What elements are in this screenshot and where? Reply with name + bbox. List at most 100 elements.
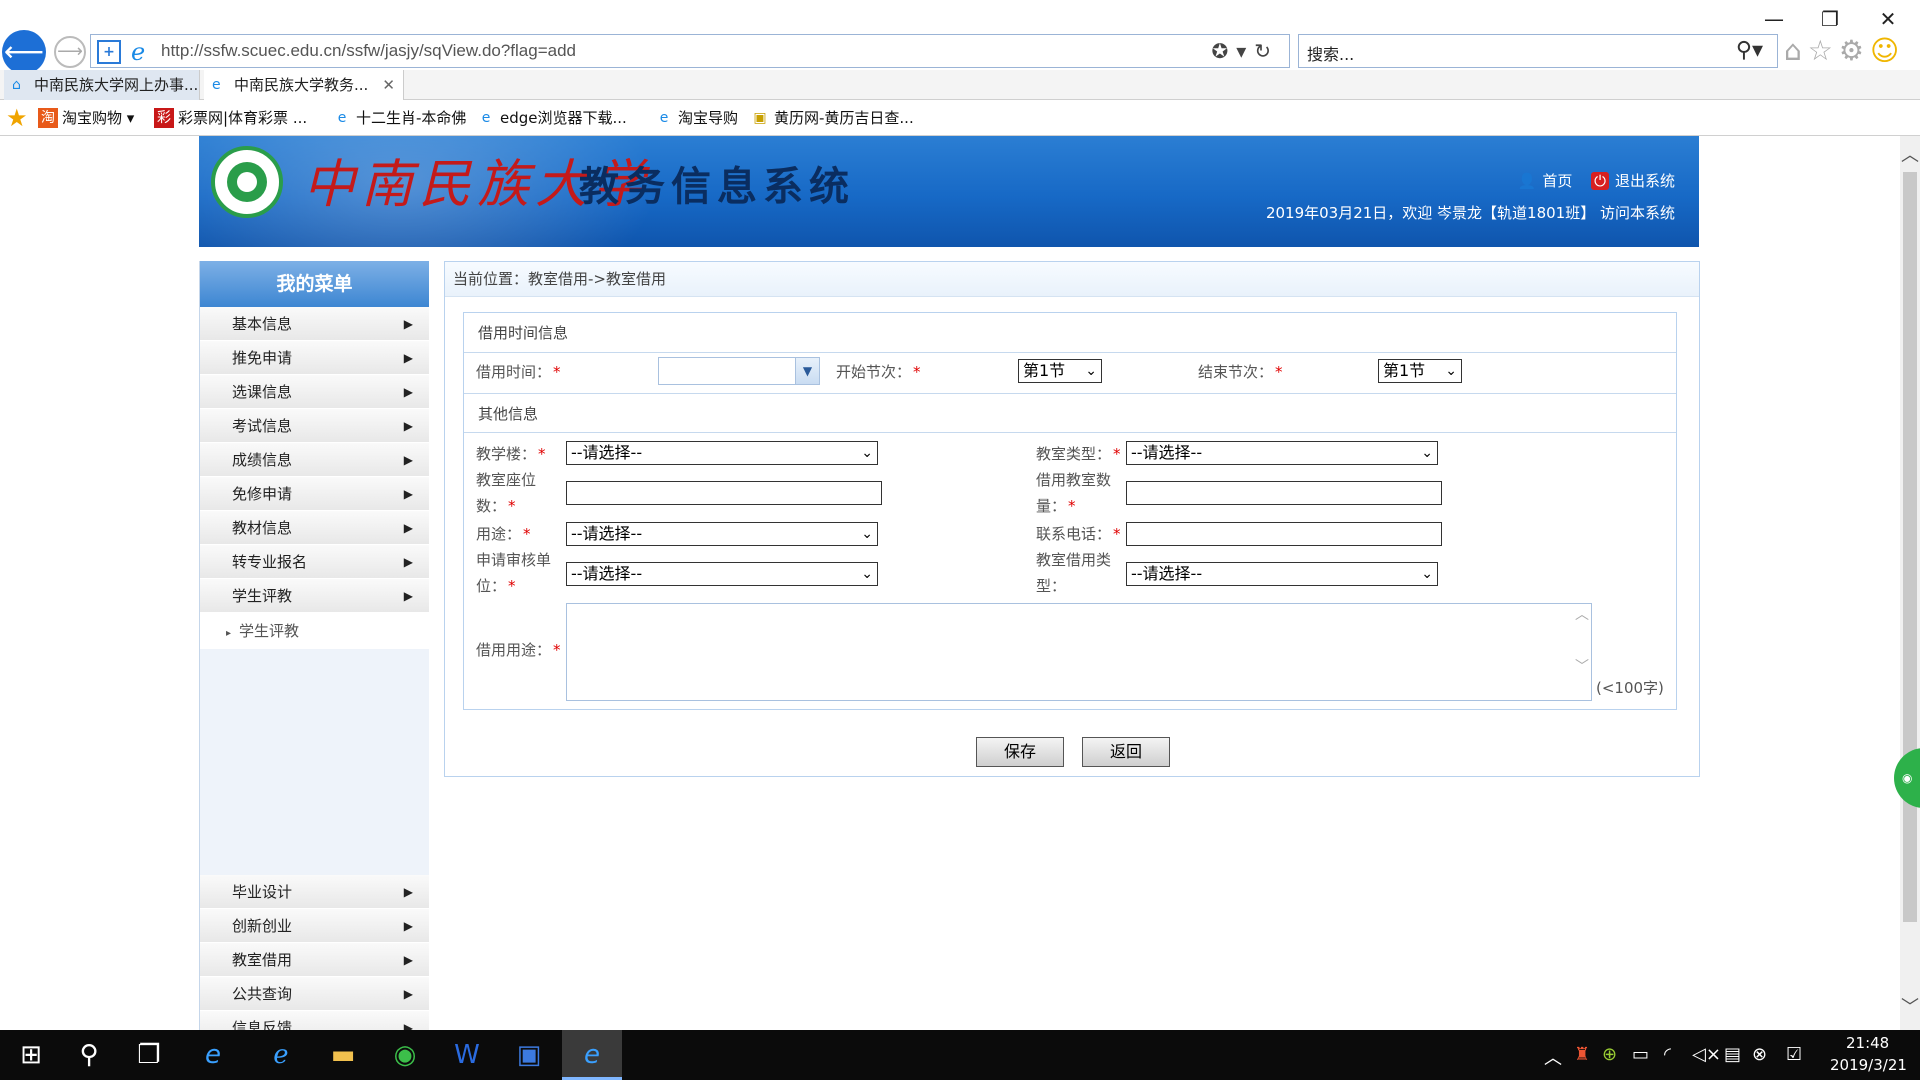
ie-taskbar-icon[interactable]: e <box>196 1038 230 1072</box>
tab-ssfw-portal[interactable]: ⌂ 中南民族大学网上办事... <box>4 70 200 100</box>
end-label: 结束节次： * <box>1198 359 1283 385</box>
bullet-icon: ▸ <box>226 628 232 639</box>
tray-x-icon[interactable]: ⊗ <box>1752 1044 1767 1065</box>
phone-input[interactable] <box>1126 522 1442 546</box>
gear-icon[interactable]: ⚙ <box>1839 34 1870 67</box>
menu-item-exam[interactable]: 考试信息 ▶ <box>200 409 429 443</box>
usage-label-text: 用途： <box>476 525 522 543</box>
home-icon[interactable]: ⌂ <box>1784 34 1808 67</box>
volume-mute-icon[interactable]: ◁× <box>1692 1044 1721 1065</box>
scroll-up-icon[interactable]: ︿ <box>1900 146 1920 166</box>
menu-spacer <box>200 649 429 875</box>
minimize-icon[interactable]: — <box>1754 4 1794 34</box>
fav-taobao-guide[interactable]: e 淘宝导购 <box>652 105 738 131</box>
start-period-value: 第1节 <box>1023 361 1066 380</box>
fav-edge[interactable]: e edge浏览器下载... <box>474 105 627 131</box>
menu-item-exemption[interactable]: 免修申请 ▶ <box>200 477 429 511</box>
system-title: 教务信息系统 <box>579 164 855 210</box>
home-link[interactable]: 首页 <box>1542 172 1572 190</box>
room-count-input[interactable] <box>1126 481 1442 505</box>
360-browser-icon[interactable]: ◉ <box>388 1038 422 1072</box>
favorites-icon[interactable]: ☆ <box>1808 34 1839 67</box>
main-panel: 当前位置：教室借用->教室借用 借用时间信息 借用时间： * ▼ 开始节次： * 第… <box>444 261 1700 777</box>
borrow-date-input[interactable]: ▼ <box>658 357 820 385</box>
tab-jwxt[interactable]: e 中南民族大学教务... ✕ <box>204 70 404 100</box>
seats-label-line1: 教室座位 <box>476 471 537 489</box>
purpose-textarea[interactable]: ︿ ﹀ <box>566 603 1592 701</box>
menu-subitem-evaluation[interactable]: ▸ 学生评教 <box>200 613 429 649</box>
borrow-type-select[interactable]: --请选择-- ⌄ <box>1126 562 1438 586</box>
tray-app-icon[interactable]: ♜ <box>1574 1044 1590 1065</box>
start-label-text: 开始节次： <box>836 363 912 381</box>
fav-taobao[interactable]: 淘淘宝购物 ▾ <box>36 105 134 131</box>
task-view-icon[interactable]: ❐ <box>132 1038 166 1072</box>
feedback-smile-icon[interactable]: ☺ <box>1870 34 1905 67</box>
close-window-icon[interactable]: ✕ <box>1868 4 1908 34</box>
forward-icon[interactable]: ⟶ <box>54 36 86 68</box>
browser-search-box[interactable]: 搜索... ⚲▾ <box>1298 34 1778 68</box>
menu-item-classroom-borrow[interactable]: 教室借用 ▶ <box>200 943 429 977</box>
ime-icon[interactable]: ▤ <box>1724 1044 1741 1065</box>
tab-label: 中南民族大学网上办事... <box>34 76 199 94</box>
tray-360-icon[interactable]: ⊕ <box>1602 1044 1617 1065</box>
address-text[interactable]: http://ssfw.scuec.edu.cn/ssfw/jasjy/sqVi… <box>161 41 576 61</box>
search-placeholder[interactable]: 搜索... <box>1307 41 1354 65</box>
fav-lottery[interactable]: 彩彩票网|体育彩票 ... <box>152 105 307 131</box>
restore-icon[interactable]: ❐ <box>1810 4 1850 34</box>
triangle-right-icon: ▶ <box>403 953 413 967</box>
clock-time[interactable]: 21:48 <box>1846 1034 1889 1052</box>
back-button[interactable]: 返回 <box>1082 737 1170 767</box>
menu-item-major-transfer[interactable]: 转专业报名 ▶ <box>200 545 429 579</box>
scroll-down-icon[interactable]: ﹀ <box>1900 998 1920 1018</box>
work-app-icon[interactable]: ▣ <box>512 1038 546 1072</box>
page-scrollbar[interactable]: ︿ ﹀ <box>1900 136 1920 1030</box>
room-type-select[interactable]: --请选择-- ⌄ <box>1126 441 1438 465</box>
required-mark: * <box>1068 497 1076 515</box>
menu-item-evaluation[interactable]: 学生评教 ▶ <box>200 579 429 613</box>
battery-icon[interactable]: ▭ <box>1632 1044 1649 1065</box>
tab-home-icon: ⌂ <box>12 77 21 93</box>
file-explorer-icon[interactable]: ▬ <box>326 1038 360 1072</box>
menu-item-label: 毕业设计 <box>232 883 293 901</box>
address-bar[interactable]: + e http://ssfw.scuec.edu.cn/ssfw/jasjy/… <box>90 34 1290 68</box>
menu-item-graduation[interactable]: 毕业设计 ▶ <box>200 875 429 909</box>
textarea-scrollbar[interactable]: ︿ ﹀ <box>1573 604 1591 700</box>
fav-label: edge浏览器下载... <box>500 109 627 127</box>
menu-item-textbook[interactable]: 教材信息 ▶ <box>200 511 429 545</box>
tab-close-icon[interactable]: ✕ <box>382 70 395 100</box>
notification-check-icon[interactable]: ☑ <box>1786 1044 1802 1065</box>
end-period-select[interactable]: 第1节 ⌄ <box>1378 359 1462 383</box>
search-icon[interactable]: ⚲▾ <box>1736 38 1763 63</box>
wifi-icon[interactable]: ◜ <box>1664 1044 1671 1065</box>
wps-icon[interactable]: W <box>450 1038 484 1072</box>
seats-input[interactable] <box>566 481 882 505</box>
menu-item-feedback[interactable]: 信息反馈 ▶ <box>200 1011 429 1030</box>
usage-select[interactable]: --请选择-- ⌄ <box>566 522 878 546</box>
clock-date[interactable]: 2019/3/21 <box>1830 1056 1907 1074</box>
back-icon[interactable]: ⟵ <box>2 30 46 74</box>
save-button[interactable]: 保存 <box>976 737 1064 767</box>
audit-unit-select[interactable]: --请选择-- ⌄ <box>566 562 878 586</box>
taskbar-search-icon[interactable]: ⚲ <box>72 1038 106 1072</box>
start-period-select[interactable]: 第1节 ⌄ <box>1018 359 1102 383</box>
menu-item-public-query[interactable]: 公共查询 ▶ <box>200 977 429 1011</box>
menu-item-innovation[interactable]: 创新创业 ▶ <box>200 909 429 943</box>
fav-almanac[interactable]: ▣ 黄历网-黄历吉日查... <box>748 105 913 131</box>
menu-item-grades[interactable]: 成绩信息 ▶ <box>200 443 429 477</box>
scroll-thumb[interactable] <box>1903 172 1917 922</box>
logout-link[interactable]: 退出系统 <box>1615 172 1675 190</box>
menu-item-recommend[interactable]: 推免申请 ▶ <box>200 341 429 375</box>
fav-zodiac[interactable]: e 十二生肖-本命佛 <box>330 105 467 131</box>
active-ie-task[interactable]: e <box>562 1030 622 1080</box>
windows-start-icon[interactable]: ⊞ <box>14 1038 48 1072</box>
compat-icon[interactable]: + <box>97 40 121 64</box>
calendar-dropdown-icon[interactable]: ▼ <box>795 358 819 384</box>
tray-expand-icon[interactable]: ︿ <box>1544 1044 1562 1070</box>
triangle-right-icon: ▶ <box>403 885 413 899</box>
audit-unit-select-value: --请选择-- <box>571 564 643 583</box>
menu-item-basic-info[interactable]: 基本信息 ▶ <box>200 307 429 341</box>
edge-taskbar-icon[interactable]: ℯ <box>264 1038 298 1072</box>
menu-item-course-select[interactable]: 选课信息 ▶ <box>200 375 429 409</box>
building-select[interactable]: --请选择-- ⌄ <box>566 441 878 465</box>
address-tools-icon[interactable]: ✪▾↻ <box>1211 39 1279 63</box>
